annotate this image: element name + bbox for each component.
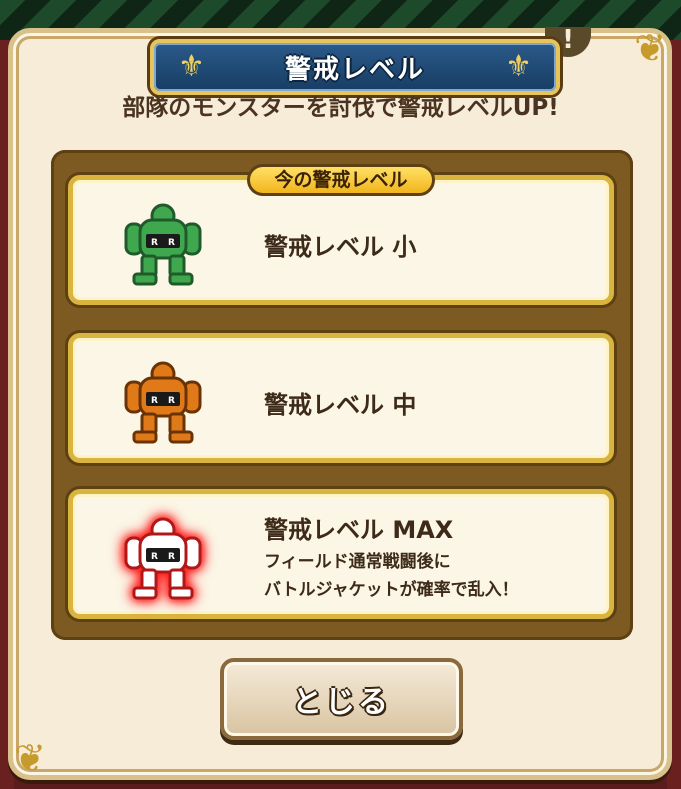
fleur-icon: ⚜ xyxy=(178,49,205,84)
svg-text:R: R xyxy=(151,552,158,562)
fleur-icon: ⚜ xyxy=(505,49,532,84)
level-description-line: フィールド通常戦闘後に xyxy=(264,552,451,572)
level-description: フィールド通常戦闘後に バトルジャケットが確率で乱入！ xyxy=(264,548,519,604)
svg-text:R: R xyxy=(151,238,158,248)
level-description-line: バトルジャケットが確率で乱入！ xyxy=(264,580,519,600)
fleur-corner-icon: ❦ xyxy=(634,26,666,70)
robot-monster-icon: RR xyxy=(124,517,202,600)
svg-text:R: R xyxy=(168,396,175,406)
dialog-title: 警戒レベル xyxy=(284,54,425,85)
close-button[interactable]: とじる xyxy=(220,658,463,740)
level-name: 警戒レベル 小 xyxy=(264,233,417,261)
level-card-medium: RR 警戒レベル 中 xyxy=(68,333,614,463)
fleur-corner-icon: ❦ xyxy=(14,736,46,780)
level-name: 警戒レベル MAX xyxy=(264,516,454,544)
level-card-max: RR 警戒レベル MAX フィールド通常戦闘後に バトルジャケットが確率で乱入！ xyxy=(68,489,614,619)
svg-text:R: R xyxy=(168,552,175,562)
dialog-subtitle: 部隊のモンスターを討伐で警戒レベルUP! xyxy=(122,95,559,121)
title-banner: ⚜ 警戒レベル ⚜ xyxy=(150,39,560,95)
level-name: 警戒レベル 中 xyxy=(264,391,417,419)
robot-monster-icon: RR xyxy=(124,361,202,444)
robot-monster-icon: RR xyxy=(124,203,202,286)
svg-text:R: R xyxy=(168,238,175,248)
current-level-tag: 今の警戒レベル xyxy=(247,164,435,196)
svg-text:R: R xyxy=(151,396,158,406)
